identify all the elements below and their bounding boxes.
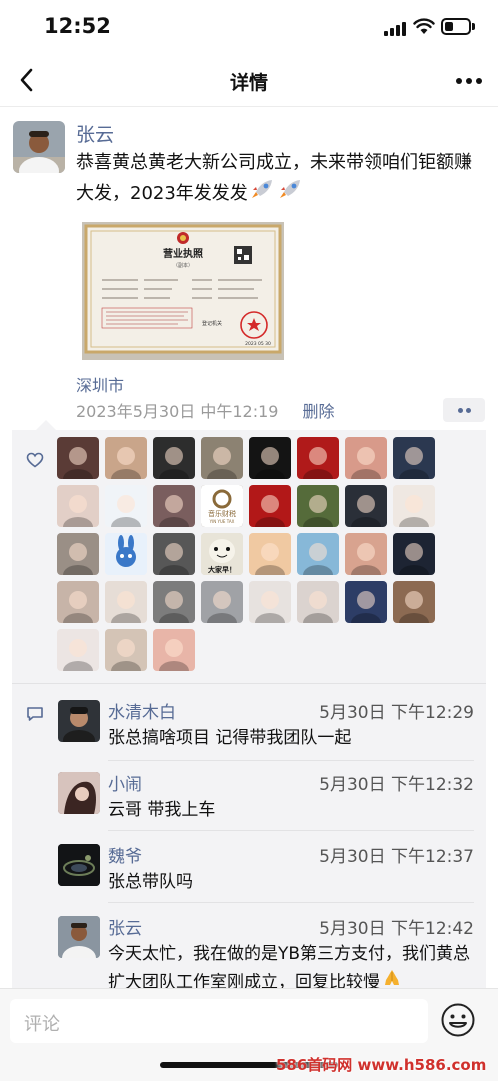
post-timestamp: 2023年5月30日 中午12:19 <box>76 402 279 421</box>
liker-avatar[interactable] <box>105 533 147 575</box>
cellular-signal-icon <box>384 20 408 36</box>
comment-text: 张总带队吗 <box>108 872 193 892</box>
liker-avatar[interactable] <box>297 581 339 623</box>
post-meta: 2023年5月30日 中午12:19 删除 <box>76 398 334 422</box>
comment-time: 5月30日 下午12:29 <box>319 703 474 723</box>
page-title: 详情 <box>229 72 268 94</box>
liker-avatar[interactable]: 音乐财税 YIN YUE TAX <box>201 485 243 527</box>
liker-avatar[interactable] <box>249 485 291 527</box>
liker-avatar[interactable] <box>201 581 243 623</box>
liker-avatar[interactable] <box>57 581 99 623</box>
liker-avatar[interactable] <box>393 533 435 575</box>
delete-link[interactable]: 删除 <box>302 402 334 421</box>
liker-avatar[interactable] <box>345 485 387 527</box>
battery-icon <box>441 18 471 35</box>
liker-avatar[interactable] <box>297 437 339 479</box>
comment-separator <box>108 902 474 903</box>
liker-avatar[interactable] <box>153 581 195 623</box>
commenter-avatar[interactable] <box>58 772 100 814</box>
license-subheading: （副本） <box>173 262 193 269</box>
wifi-icon <box>413 18 435 34</box>
comment-bubble-icon <box>27 707 43 721</box>
liker-avatar[interactable] <box>105 581 147 623</box>
comment-separator <box>108 760 474 761</box>
interaction-panel: 音乐财税 YIN YUE TAX 大家早！ 水清木白 5月30日 下午12:29 张… <box>12 420 486 993</box>
liker-avatar[interactable] <box>105 437 147 479</box>
meme-caption: 大家早！ <box>208 565 236 574</box>
comment-time: 5月30日 下午12:42 <box>319 919 474 939</box>
music-tax-logo-text: 音乐财税 <box>208 509 236 518</box>
license-seal-text: 登记机关 <box>202 320 222 327</box>
commenter-avatar[interactable] <box>58 700 100 742</box>
liker-avatar[interactable] <box>345 437 387 479</box>
liker-avatar[interactable] <box>393 581 435 623</box>
liker-avatar[interactable]: 大家早！ <box>201 533 243 575</box>
heart-icon <box>26 452 44 468</box>
liker-avatar[interactable] <box>345 533 387 575</box>
nav-bar: 详情 <box>0 56 498 107</box>
comment-separator <box>108 830 474 831</box>
more-actions-button[interactable] <box>443 398 485 422</box>
liker-avatar[interactable] <box>57 437 99 479</box>
license-heading: 营业执照 <box>163 247 203 260</box>
comment-input-placeholder: 评论 <box>24 1014 60 1035</box>
liker-avatar[interactable] <box>297 533 339 575</box>
commenter-name[interactable]: 水清木白 <box>108 698 176 723</box>
author-name[interactable]: 张云 <box>76 120 114 147</box>
author-avatar[interactable] <box>13 121 65 173</box>
comment-text: 张总搞啥项目 记得带我团队一起 <box>108 728 352 748</box>
site-watermark: 586首码网 www.h586.com <box>276 1056 487 1074</box>
liker-avatar[interactable] <box>153 629 195 671</box>
post-location[interactable]: 深圳市 <box>76 372 124 396</box>
commenter-avatar[interactable] <box>58 844 100 886</box>
business-license-image[interactable]: 营业执照 （副本） 登记机关 2023 05 30 <box>82 222 284 360</box>
comment-text: 云哥 带我上车 <box>108 800 216 820</box>
liker-avatar[interactable] <box>105 485 147 527</box>
liker-avatar[interactable] <box>105 629 147 671</box>
ellipsis-icon[interactable] <box>454 76 484 86</box>
liker-avatar[interactable] <box>393 485 435 527</box>
liker-avatar[interactable] <box>249 581 291 623</box>
liker-avatar[interactable] <box>393 437 435 479</box>
post-text: 恭喜黄总黄老大新公司成立，未来带领咱们钜额赚大发，2023年发发发 <box>76 148 486 210</box>
liker-avatar[interactable] <box>345 581 387 623</box>
emoji-icon[interactable] <box>440 1002 476 1038</box>
liker-avatar[interactable] <box>249 437 291 479</box>
comment-text-content: 今天太忙，我在做的是YB第三方支付，我们黄总扩大团队工作室刚成立，回复比较慢 <box>108 944 471 993</box>
commenter-name[interactable]: 魏爷 <box>108 842 142 867</box>
liker-avatar[interactable] <box>57 533 99 575</box>
comment-time: 5月30日 下午12:32 <box>319 775 474 795</box>
liker-avatar[interactable] <box>153 437 195 479</box>
commenter-name[interactable]: 张云 <box>108 914 142 939</box>
liker-avatar[interactable] <box>201 437 243 479</box>
liker-avatar[interactable] <box>249 533 291 575</box>
liker-avatar[interactable] <box>153 485 195 527</box>
rocket-icon <box>250 178 276 210</box>
comment-time: 5月30日 下午12:37 <box>319 847 474 867</box>
likes-divider <box>12 683 486 684</box>
music-tax-logo-subtext: YIN YUE TAX <box>209 519 235 524</box>
panel-caret <box>36 420 56 430</box>
liker-avatar[interactable] <box>153 533 195 575</box>
rocket-icon <box>278 178 304 210</box>
liker-avatar[interactable] <box>297 485 339 527</box>
comment-input[interactable]: 评论 <box>10 999 428 1043</box>
liker-avatar[interactable] <box>57 485 99 527</box>
status-bar: 12:52 <box>0 0 498 56</box>
liker-avatar[interactable] <box>57 629 99 671</box>
commenter-name[interactable]: 小闹 <box>108 770 142 795</box>
status-time: 12:52 <box>44 14 111 38</box>
battery-tip <box>472 23 475 30</box>
license-date: 2023 05 30 <box>245 341 271 347</box>
commenter-avatar[interactable] <box>58 916 100 958</box>
